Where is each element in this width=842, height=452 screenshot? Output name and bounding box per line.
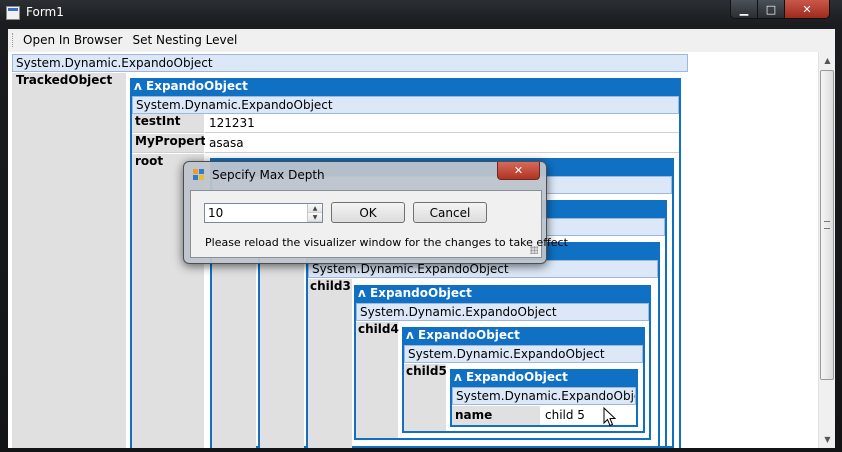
expando-type-6: System.Dynamic.ExpandoObject	[452, 387, 636, 405]
child4-label: child4	[358, 322, 399, 336]
collapse-icon: ʌ	[134, 79, 142, 93]
menu-grip	[12, 33, 15, 47]
key-myproperty: MyProperty	[132, 134, 214, 153]
title-bar[interactable]: Form1 ▁ □ ✕	[0, 0, 842, 28]
close-button[interactable]: ✕	[785, 0, 829, 18]
menu-open-in-browser[interactable]: Open In Browser	[18, 29, 127, 51]
expando-header-4[interactable]: ʌ ExpandoObject	[354, 285, 651, 303]
collapse-icon: ʌ	[454, 370, 462, 384]
max-depth-dialog: Sepcify Max Depth ✕ ▲ ▼ OK Cancel Please…	[183, 161, 568, 264]
expando-header-4-label: ExpandoObject	[370, 286, 472, 300]
maximize-button[interactable]: □	[758, 0, 785, 18]
minimize-button[interactable]: ▁	[731, 0, 758, 18]
tracked-object-label: TrackedObject	[16, 73, 113, 87]
scroll-up-icon[interactable]: ▲	[819, 52, 836, 69]
dialog-body: ▲ ▼ OK Cancel Please reload the visualiz…	[190, 190, 568, 258]
spin-up-icon[interactable]: ▲	[308, 204, 322, 213]
dialog-title: Sepcify Max Depth	[212, 168, 325, 182]
root-type-bar: System.Dynamic.ExpandoObject	[12, 54, 688, 72]
app-icon	[6, 6, 20, 20]
child3-label: child3	[310, 279, 351, 293]
value-testint: 121231	[205, 114, 679, 133]
vertical-scrollbar[interactable]: ▲ ▼	[818, 52, 835, 448]
resize-grip[interactable]	[530, 246, 538, 254]
label-column-4	[356, 322, 398, 438]
key-testint: testInt	[132, 114, 204, 133]
spin-down-icon[interactable]: ▼	[308, 213, 322, 222]
expando-type-1: System.Dynamic.ExpandoObject	[132, 96, 679, 114]
expando-header-6[interactable]: ʌ ExpandoObject	[450, 369, 638, 387]
root-label: root	[135, 154, 164, 168]
child5-label: child5	[406, 364, 447, 378]
expando-type-4: System.Dynamic.ExpandoObject	[356, 303, 649, 321]
key-name: name	[452, 406, 540, 425]
cancel-button[interactable]: Cancel	[413, 202, 487, 223]
close-icon[interactable]: ✕	[497, 162, 540, 180]
depth-stepper[interactable]: ▲ ▼	[204, 203, 323, 223]
dialog-message: Please reload the visualizer window for …	[205, 236, 568, 249]
label-column-3	[308, 279, 352, 448]
expando-header-1[interactable]: ʌ ExpandoObject	[130, 78, 681, 96]
expando-header-1-label: ExpandoObject	[146, 79, 248, 93]
expando-header-5-label: ExpandoObject	[418, 328, 520, 342]
depth-input[interactable]	[205, 204, 307, 222]
expando-type-5: System.Dynamic.ExpandoObject	[404, 345, 643, 363]
ok-button[interactable]: OK	[331, 202, 405, 223]
menu-strip: Open In Browser Set Nesting Level	[8, 29, 835, 51]
mouse-cursor-icon	[603, 407, 617, 427]
window-title: Form1	[26, 5, 64, 19]
collapse-icon: ʌ	[406, 328, 414, 342]
scroll-down-icon[interactable]: ▼	[819, 431, 836, 448]
dialog-icon	[193, 169, 205, 181]
caption-buttons: ▁ □ ✕	[730, 0, 830, 19]
value-name: child 5	[541, 406, 636, 425]
stepper-buttons: ▲ ▼	[307, 204, 322, 222]
expando-header-5[interactable]: ʌ ExpandoObject	[402, 327, 645, 345]
menu-set-nesting-level[interactable]: Set Nesting Level	[127, 29, 242, 51]
expando-header-6-label: ExpandoObject	[466, 370, 568, 384]
label-column-2b	[260, 237, 304, 448]
value-myproperty: asasa	[205, 134, 679, 153]
scrollbar-thumb[interactable]	[820, 70, 834, 380]
tracked-label-column	[12, 73, 126, 448]
collapse-icon: ʌ	[358, 286, 366, 300]
